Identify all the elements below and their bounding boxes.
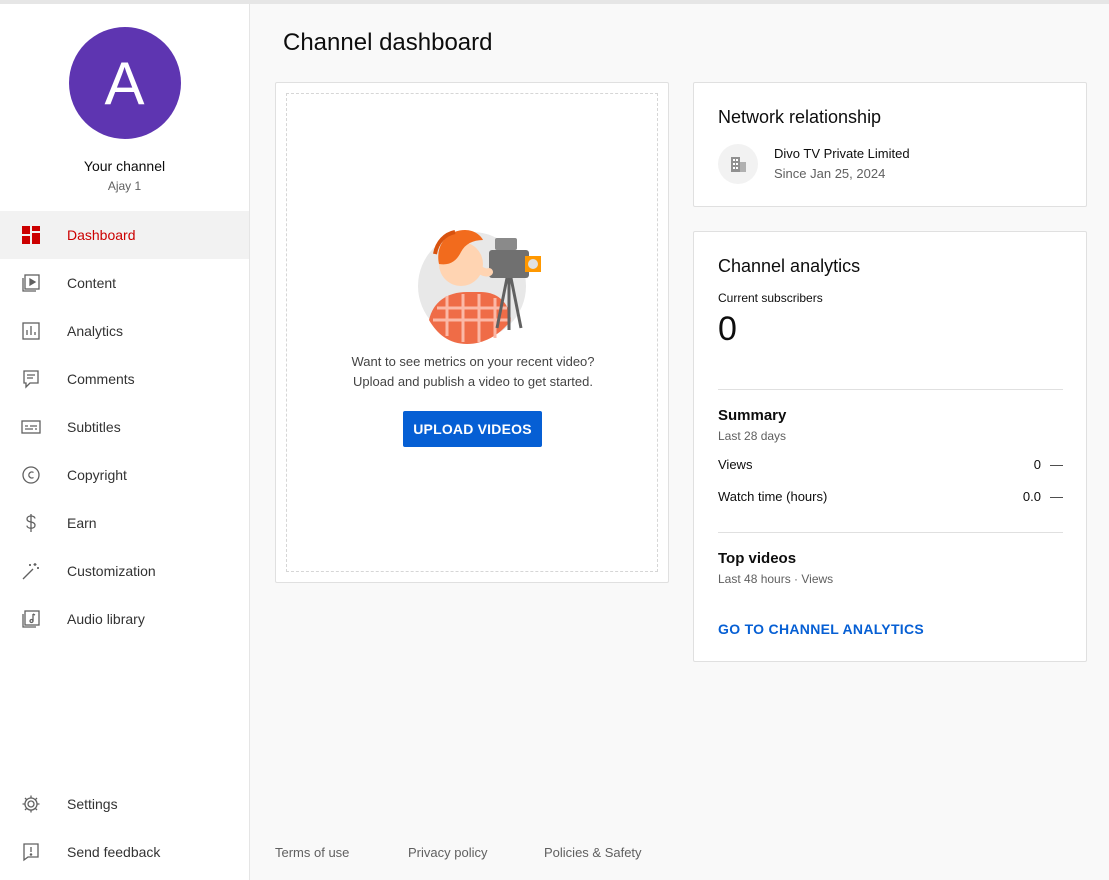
sidebar-item-audio-library[interactable]: Audio library bbox=[0, 595, 249, 643]
sidebar-item-label: Comments bbox=[67, 371, 135, 387]
sidebar-item-label: Subtitles bbox=[67, 419, 121, 435]
subscribers-label: Current subscribers bbox=[718, 291, 823, 305]
views-value: 0 bbox=[1033, 457, 1041, 472]
sidebar-item-send-feedback[interactable]: Send feedback bbox=[0, 828, 249, 876]
channel-name: Ajay 1 bbox=[107, 179, 142, 193]
comments-icon bbox=[21, 369, 41, 389]
page-title: Channel dashboard bbox=[283, 29, 493, 56]
views-label: Views bbox=[718, 457, 753, 472]
sidebar-item-label: Dashboard bbox=[67, 227, 136, 243]
channel-info: A Your channel Ajay 1 bbox=[0, 4, 249, 211]
upload-prompt-line2: Upload and publish a video to get starte… bbox=[353, 374, 593, 389]
sidebar-item-subtitles[interactable]: Subtitles bbox=[0, 403, 249, 451]
watch-time-trend: — bbox=[1050, 489, 1063, 504]
metric-row-watch-time: Watch time (hours) 0.0 — bbox=[718, 489, 1063, 507]
channel-title: Your channel bbox=[83, 158, 166, 174]
audio-library-icon bbox=[21, 609, 41, 629]
channel-analytics-card: Channel analytics Current subscribers 0 … bbox=[693, 231, 1087, 662]
sidebar-item-settings[interactable]: Settings bbox=[0, 780, 249, 828]
sidebar-item-label: Analytics bbox=[67, 323, 124, 339]
upload-dropzone: Want to see metrics on your recent video… bbox=[286, 93, 658, 572]
analytics-icon bbox=[21, 321, 41, 341]
upload-card: Want to see metrics on your recent video… bbox=[275, 82, 669, 583]
summary-period: Last 28 days bbox=[718, 429, 787, 443]
policies-safety-link[interactable]: Policies & Safety bbox=[544, 845, 642, 860]
sidebar-item-label: Send feedback bbox=[67, 844, 161, 860]
sidebar-item-earn[interactable]: Earn bbox=[0, 499, 249, 547]
avatar[interactable]: A bbox=[68, 27, 181, 139]
sidebar-item-label: Customization bbox=[67, 563, 156, 579]
summary-title: Summary bbox=[718, 407, 787, 424]
network-since: Since Jan 25, 2024 bbox=[774, 166, 886, 181]
watch-time-label: Watch time (hours) bbox=[718, 489, 828, 504]
copyright-icon bbox=[21, 465, 41, 485]
metric-row-views: Views 0 — bbox=[718, 457, 1063, 475]
divider bbox=[718, 389, 1063, 390]
network-title: Network relationship bbox=[718, 107, 882, 127]
content-icon bbox=[21, 273, 41, 293]
sidebar-item-copyright[interactable]: Copyright bbox=[0, 451, 249, 499]
privacy-policy-link[interactable]: Privacy policy bbox=[408, 845, 487, 860]
network-name: Divo TV Private Limited bbox=[774, 146, 910, 161]
sidebar-item-analytics[interactable]: Analytics bbox=[0, 307, 249, 355]
views-trend: — bbox=[1050, 457, 1063, 472]
network-relationship-card: Network relationship Divo TV Private Lim… bbox=[693, 82, 1087, 207]
top-videos-period: Last 48 hours · Views bbox=[718, 572, 834, 586]
dollar-icon bbox=[21, 513, 41, 533]
sidebar: A Your channel Ajay 1 Dashboard Content … bbox=[0, 4, 250, 880]
subtitles-icon bbox=[21, 417, 41, 437]
sidebar-item-label: Copyright bbox=[67, 467, 127, 483]
sidebar-item-comments[interactable]: Comments bbox=[0, 355, 249, 403]
sidebar-item-content[interactable]: Content bbox=[0, 259, 249, 307]
upload-prompt: Want to see metrics on your recent video… bbox=[287, 352, 659, 392]
go-to-channel-analytics-link[interactable]: GO TO CHANNEL ANALYTICS bbox=[718, 621, 924, 637]
sidebar-item-label: Content bbox=[67, 275, 117, 291]
analytics-title: Channel analytics bbox=[718, 256, 861, 276]
sidebar-item-label: Audio library bbox=[67, 611, 145, 627]
sidebar-item-label: Earn bbox=[67, 515, 97, 531]
sidebar-item-dashboard[interactable]: Dashboard bbox=[0, 211, 249, 259]
camera-operator-illustration bbox=[418, 230, 541, 344]
magic-wand-icon bbox=[21, 561, 41, 581]
upload-prompt-line1: Want to see metrics on your recent video… bbox=[351, 354, 595, 369]
building-icon bbox=[718, 144, 758, 184]
top-videos-title: Top videos bbox=[718, 550, 797, 567]
sidebar-item-label: Settings bbox=[67, 796, 118, 812]
feedback-icon bbox=[21, 842, 41, 862]
gear-icon bbox=[21, 794, 41, 814]
watch-time-value: 0.0 bbox=[1022, 489, 1041, 504]
subscribers-count: 0 bbox=[718, 310, 737, 348]
sidebar-item-customization[interactable]: Customization bbox=[0, 547, 249, 595]
dashboard-icon bbox=[21, 225, 41, 245]
divider bbox=[718, 532, 1063, 533]
terms-of-use-link[interactable]: Terms of use bbox=[275, 845, 349, 860]
upload-videos-button[interactable]: UPLOAD VIDEOS bbox=[403, 411, 542, 447]
